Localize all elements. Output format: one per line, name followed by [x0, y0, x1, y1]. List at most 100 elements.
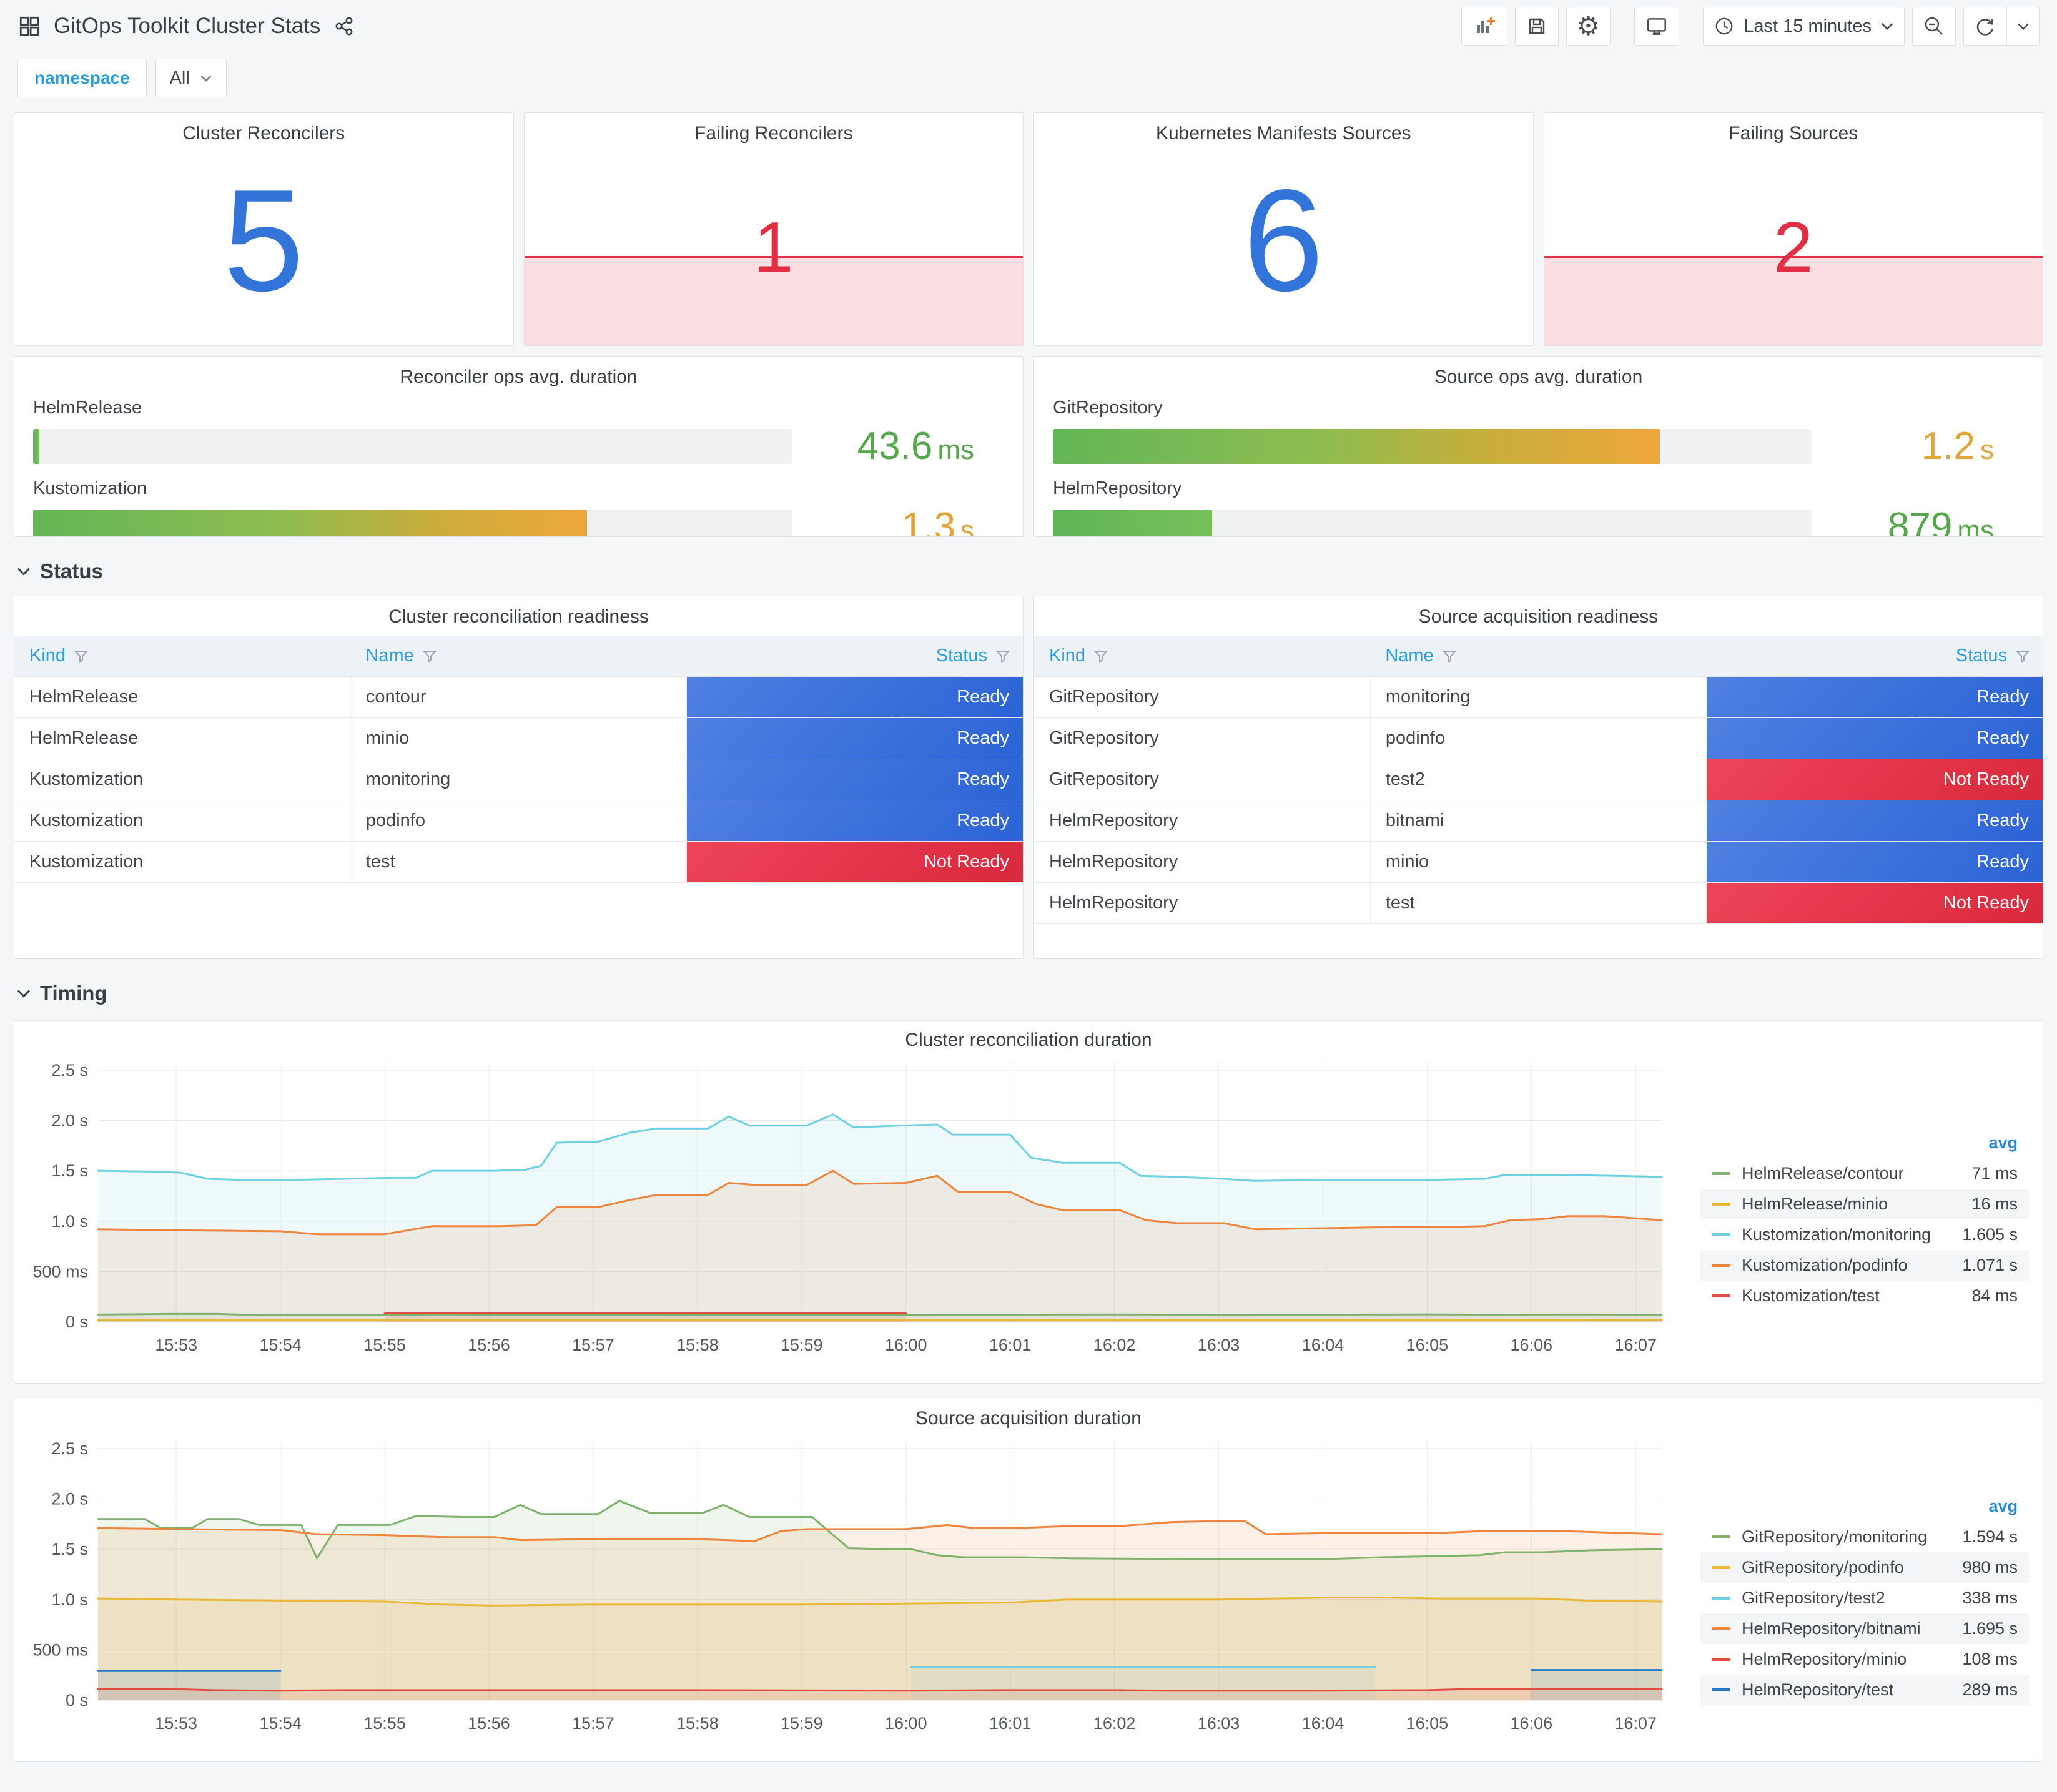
column-header-status[interactable]: Status: [686, 636, 1023, 677]
cell-kind: HelmRepository: [1034, 882, 1371, 924]
legend-series-color: [1712, 1264, 1730, 1267]
section-header-timing[interactable]: Timing: [16, 982, 2043, 1005]
chart-legend: avg GitRepository/monitoring 1.594 s GitRep…: [1700, 1429, 2038, 1748]
add-panel-button[interactable]: [1461, 7, 1507, 46]
status-badge: Ready: [687, 676, 1023, 717]
refresh-button[interactable]: [1963, 7, 2007, 46]
gauge-panel-title: Source ops avg. duration: [1434, 367, 1643, 387]
filter-icon[interactable]: [422, 648, 438, 664]
legend-series-name[interactable]: HelmRepository/minio: [1742, 1650, 1962, 1669]
legend-series-name[interactable]: Kustomization/monitoring: [1742, 1225, 1962, 1244]
gauge-row: HelmRepository 879 ms: [1053, 478, 2024, 536]
gauge-label: Kustomization: [33, 478, 147, 498]
legend-series-name[interactable]: HelmRepository/test: [1742, 1680, 1962, 1700]
filter-icon[interactable]: [1093, 648, 1109, 664]
legend-series-color: [1712, 1657, 1730, 1661]
cell-kind: HelmRepository: [1034, 800, 1371, 842]
time-series-plot[interactable]: 15:53 15:54 15:55 15:56 15:57 15:58 15:59 16:00…: [17, 1051, 1700, 1369]
y-axis-tick: 0 s: [66, 1312, 88, 1331]
column-header-status[interactable]: Status: [1706, 636, 2043, 677]
zoom-out-button[interactable]: [1912, 7, 1956, 46]
table-row: GitRepository test2 Not Ready: [1034, 759, 2043, 800]
legend-series-color: [1712, 1627, 1730, 1630]
stat-value: 2: [1773, 207, 1813, 287]
legend-series-color: [1712, 1688, 1730, 1691]
gauge-label: GitRepository: [1053, 398, 1163, 418]
legend-series-color: [1712, 1233, 1730, 1236]
dashboard-settings-button[interactable]: ⚙: [1566, 7, 1611, 46]
time-series-plot[interactable]: 15:53 15:54 15:55 15:56 15:57 15:58 15:59 16:00…: [17, 1429, 1700, 1748]
table-row: HelmRepository test Not Ready: [1034, 882, 2043, 924]
filter-icon[interactable]: [995, 648, 1011, 664]
filter-icon[interactable]: [2015, 648, 2031, 664]
legend-series-name[interactable]: HelmRepository/bitnami: [1742, 1619, 1962, 1638]
time-series-svg[interactable]: 15:53 15:54 15:55 15:56 15:57 15:58 15:59 16:00…: [17, 1051, 1680, 1363]
x-axis-tick: 16:05: [1406, 1336, 1449, 1354]
x-axis-tick: 16:03: [1198, 1714, 1240, 1733]
series-area: [98, 1521, 1662, 1700]
legend-series-name[interactable]: Kustomization/test: [1742, 1286, 1971, 1306]
time-range-picker[interactable]: Last 15 minutes: [1703, 7, 1905, 46]
stat-panel-title: Kubernetes Manifests Sources: [1155, 123, 1411, 144]
x-axis-tick: 15:57: [572, 1336, 614, 1354]
legend-series-name[interactable]: GitRepository/test2: [1742, 1588, 1962, 1608]
column-header-kind[interactable]: Kind: [14, 636, 351, 677]
tv-mode-button[interactable]: [1634, 7, 1680, 46]
table-panel: Cluster reconciliation readiness Kind Name…: [14, 596, 1024, 959]
column-header-name[interactable]: Name: [1370, 636, 1707, 677]
chevron-down-icon: [1880, 22, 1894, 31]
y-axis-tick: 2.5 s: [51, 1061, 88, 1080]
legend-series-name[interactable]: GitRepository/podinfo: [1742, 1558, 1962, 1577]
cell-kind: HelmRelease: [14, 676, 351, 718]
share-icon[interactable]: [333, 15, 355, 37]
cell-status: Ready: [1706, 800, 2043, 842]
variable-selected-value: All: [169, 67, 190, 88]
legend-series-color: [1712, 1203, 1730, 1206]
gauge-row: Kustomization 1.3 s: [33, 478, 1004, 536]
y-axis-tick: 2.0 s: [51, 1490, 88, 1509]
save-dashboard-button[interactable]: [1514, 7, 1559, 46]
refresh-icon: [1974, 15, 1996, 37]
x-axis-tick: 15:56: [468, 1714, 510, 1733]
refresh-interval-dropdown[interactable]: [2007, 7, 2040, 46]
cell-name: podinfo: [1370, 717, 1707, 759]
legend-series-name[interactable]: HelmRelease/contour: [1742, 1164, 1971, 1183]
legend-series-name[interactable]: Kustomization/podinfo: [1742, 1256, 1962, 1275]
dashboard-page: GitOps Toolkit Cluster Stats ⚙ Last 15 m…: [0, 0, 2057, 1781]
time-series-svg[interactable]: 15:53 15:54 15:55 15:56 15:57 15:58 15:59 16:00…: [17, 1429, 1680, 1741]
stat-panel-title: Cluster Reconcilers: [182, 123, 345, 144]
chart-panel-cluster-reconciliation-duration: Cluster reconciliation duration 15:53 15:5…: [14, 1020, 2043, 1384]
stat-value: 6: [1243, 159, 1324, 322]
chart-title: Cluster reconciliation duration: [905, 1030, 1152, 1050]
cell-kind: Kustomization: [14, 759, 351, 800]
table-row: HelmRepository bitnami Ready: [1034, 800, 2043, 842]
variable-label-namespace[interactable]: namespace: [17, 59, 147, 97]
filter-icon[interactable]: [73, 648, 89, 664]
chart-title: Source acquisition duration: [915, 1408, 1142, 1429]
gauge-fill: [1053, 428, 1660, 464]
status-badge: Not Ready: [1707, 882, 2043, 923]
variable-value-dropdown[interactable]: All: [155, 59, 227, 97]
legend-series-color: [1712, 1172, 1730, 1175]
section-header-status[interactable]: Status: [16, 559, 2043, 583]
table-row: Kustomization podinfo Ready: [14, 800, 1023, 842]
table-row: HelmRelease minio Ready: [14, 717, 1023, 759]
legend-avg-value: 338 ms: [1962, 1588, 2018, 1607]
gauge-panel: Reconciler ops avg. duration HelmRelease 4…: [14, 356, 1024, 537]
filter-icon[interactable]: [1441, 648, 1458, 664]
status-badge: Ready: [1707, 676, 2043, 717]
column-header-kind[interactable]: Kind: [1034, 636, 1371, 677]
stat-panel-title: Failing Sources: [1729, 123, 1858, 144]
cell-status: Ready: [686, 717, 1023, 759]
legend-series-name[interactable]: GitRepository/monitoring: [1742, 1527, 1962, 1547]
cell-kind: GitRepository: [1034, 676, 1371, 718]
x-axis-tick: 15:57: [572, 1714, 614, 1733]
column-header-name[interactable]: Name: [350, 636, 687, 677]
legend-series-name[interactable]: HelmRelease/minio: [1742, 1194, 1971, 1214]
table-panel-title: Source acquisition readiness: [1418, 606, 1659, 627]
chevron-down-icon: [2017, 22, 2030, 31]
y-axis-tick: 0 s: [66, 1691, 88, 1710]
y-axis-tick: 500 ms: [32, 1640, 88, 1659]
legend-avg-value: 1.071 s: [1962, 1256, 2018, 1274]
status-badge: Not Ready: [687, 841, 1023, 882]
